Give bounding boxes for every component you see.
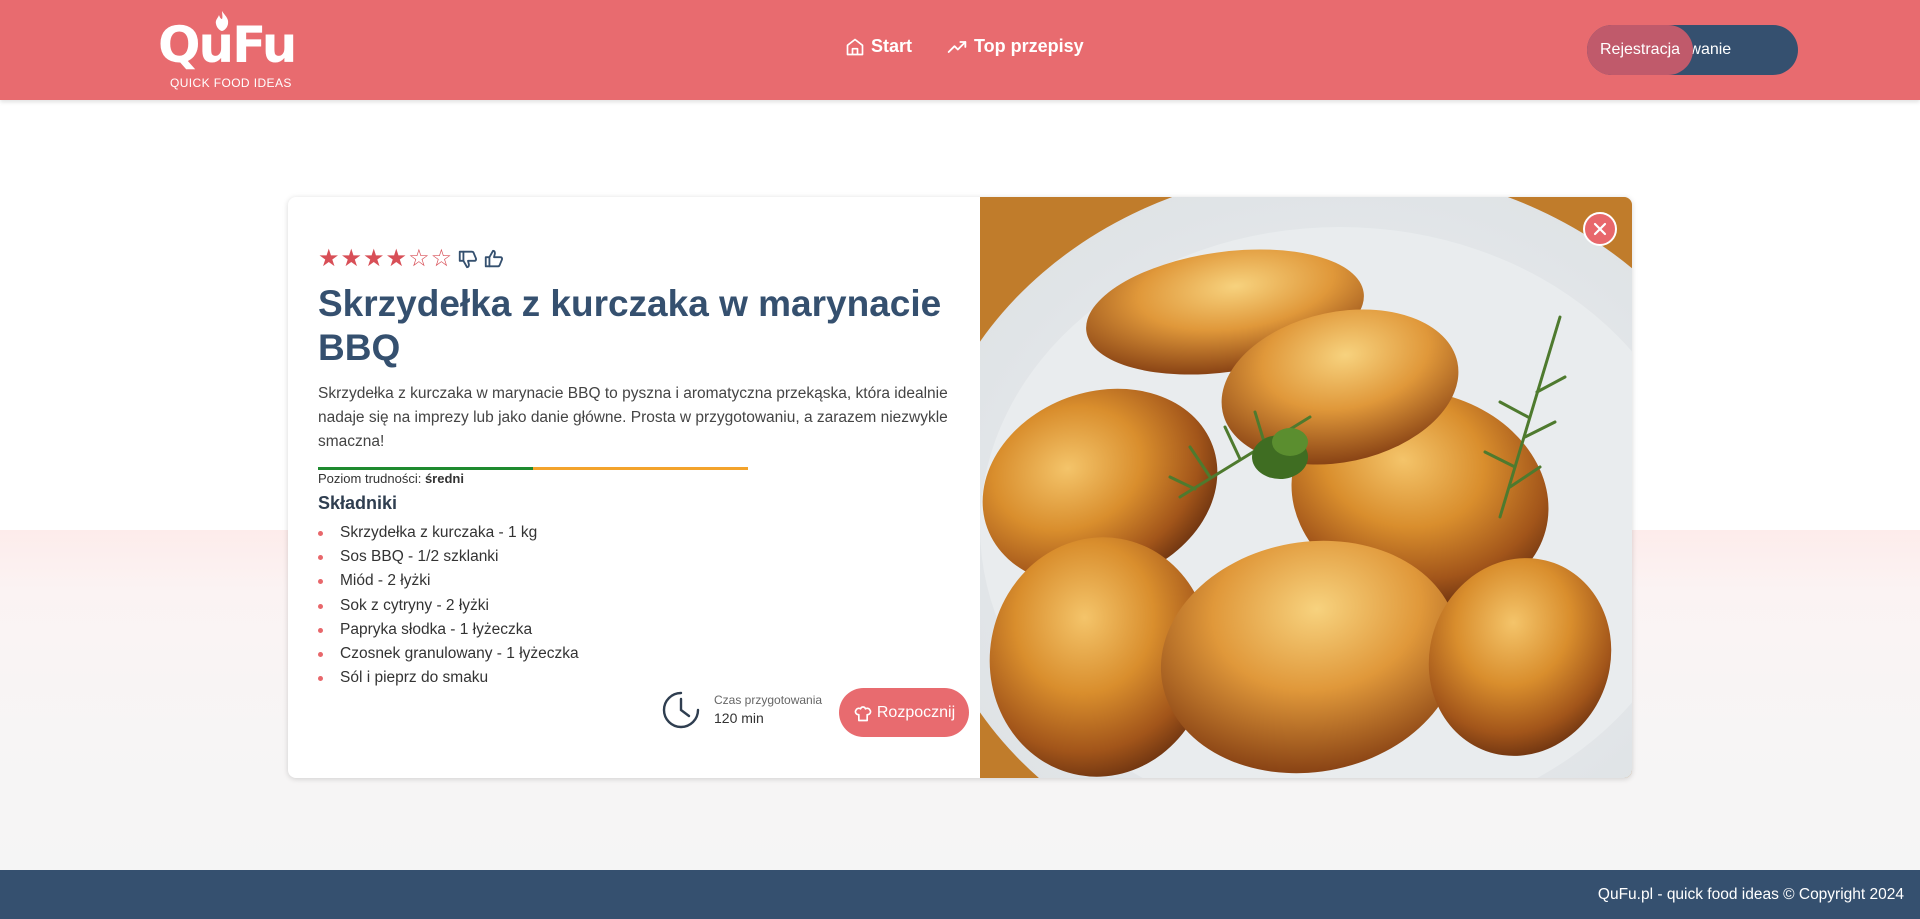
nav-top-recipes[interactable]: Top przepisy [946,36,1084,57]
nav-start[interactable]: Start [845,36,912,57]
recipe-title: Skrzydełka z kurczaka w marynacie BBQ [318,283,942,368]
ingredients-heading: Składniki [318,493,398,513]
ingredient-item: Sok z cytryny - 2 łyżki [318,594,579,618]
recipe-card: ★ ★ ★ ★ ☆ ☆ Skrzydełka z kurczaka w mary… [288,197,1632,778]
register-button[interactable]: Rejestracja [1587,25,1693,75]
start-cooking-label: Rozpocznij [876,703,956,721]
chicken-wings-photo [920,197,1632,778]
prep-time-value: 120 min [714,710,764,726]
nav-top-recipes-label: Top przepisy [974,36,1084,56]
nav-start-label: Start [871,36,913,56]
ingredient-item: Skrzydełka z kurczaka - 1 kg [318,521,579,545]
difficulty-value: średni [424,471,464,486]
footer-copyright: QuFu.pl - quick food ideas © Copyright 2… [1597,886,1904,903]
close-button[interactable] [1583,212,1617,246]
auth-register-wrap: Rejestracja [1587,25,1693,75]
ingredient-item: Czosnek granulowany - 1 łyżeczka [318,642,579,666]
star-filled-icon[interactable]: ★ [318,247,340,271]
top-header: QuFu QUICK FOOD IDEAS Start Top przepisy… [0,0,1920,100]
logo-tagline: QUICK FOOD IDEAS [170,76,292,90]
star-filled-icon[interactable]: ★ [363,247,385,271]
page-footer: QuFu.pl - quick food ideas © Copyright 2… [0,870,1920,919]
ingredient-item: Papryka słodka - 1 łyżeczka [318,618,579,642]
thumbs-up-icon[interactable] [483,248,505,270]
recipe-photo [920,197,1632,778]
prep-time-label: Czas przygotowania [714,693,823,707]
chef-hat-icon [854,705,872,721]
close-icon [1593,222,1607,236]
star-filled-icon[interactable]: ★ [341,247,363,271]
prep-time: Czas przygotowania 120 min [660,689,822,731]
difficulty-label: Poziom trudności: średni [318,471,464,486]
flame-icon [215,11,229,31]
difficulty-bar-fill [318,467,533,470]
star-empty-icon[interactable]: ☆ [408,247,430,271]
recipe-description: Skrzydełka z kurczaka w marynacie BBQ to… [318,385,948,450]
trending-up-icon [947,40,967,53]
ingredient-item: Sos BBQ - 1/2 szklanki [318,545,579,569]
difficulty-bar [318,467,748,470]
recipe-rating: ★ ★ ★ ★ ☆ ☆ [318,247,505,271]
start-cooking-button[interactable]: Rozpocznij [839,688,969,737]
clock-icon [662,691,700,729]
star-filled-icon[interactable]: ★ [386,247,408,271]
star-empty-icon[interactable]: ☆ [431,247,453,271]
difficulty-label-text: Poziom trudności: [318,471,422,486]
ingredient-item: Sól i pieprz do smaku [318,666,579,690]
prep-time-text: Czas przygotowania 120 min [714,692,822,728]
home-icon [846,38,864,55]
qufu-logo[interactable]: QuFu QUICK FOOD IDEAS [158,8,302,92]
recipe-details: ★ ★ ★ ★ ☆ ☆ Skrzydełka z kurczaka w mary… [288,197,980,778]
ingredient-item: Miód - 2 łyżki [318,569,579,593]
thumbs-down-icon[interactable] [457,248,479,270]
main-nav: Start Top przepisy [845,36,1084,57]
difficulty-bar-rest [533,467,748,470]
ingredients-list: Skrzydełka z kurczaka - 1 kg Sos BBQ - 1… [318,521,579,690]
